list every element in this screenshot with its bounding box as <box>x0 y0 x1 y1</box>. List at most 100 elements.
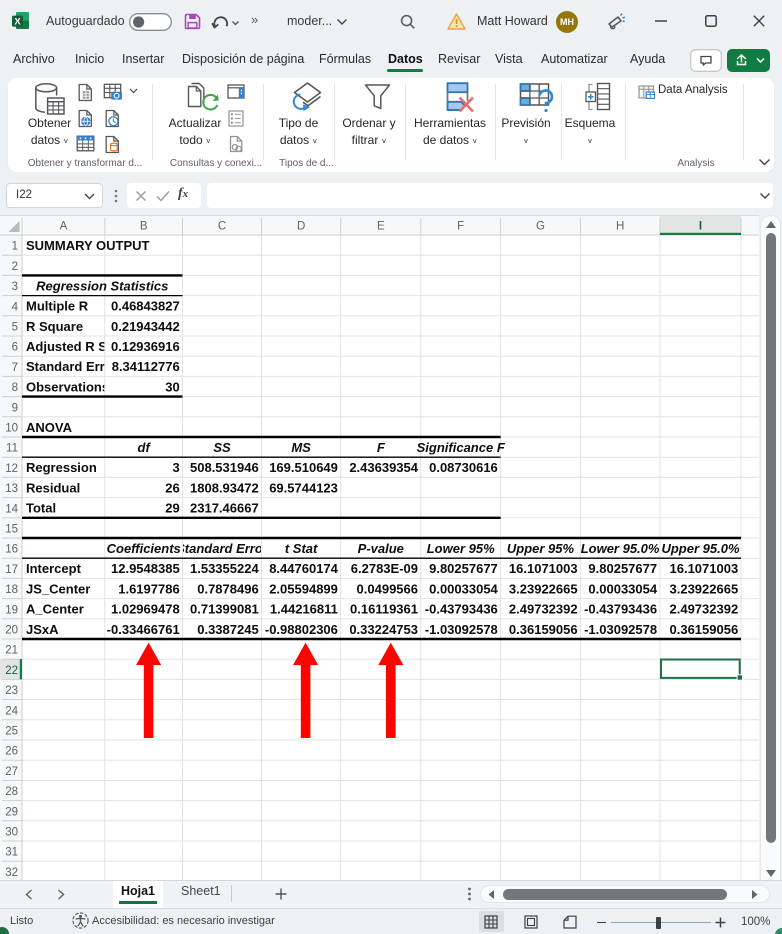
svg-text:0.08730616: 0.08730616 <box>429 460 498 475</box>
svg-text:1.44216811: 1.44216811 <box>270 602 338 617</box>
svg-text:A_Center: A_Center <box>26 602 84 617</box>
svg-text:Upper 95.0%: Upper 95.0% <box>661 541 739 556</box>
svg-text:0.3387245: 0.3387245 <box>197 622 258 637</box>
svg-text:22: 22 <box>5 665 18 677</box>
svg-text:10: 10 <box>5 423 18 435</box>
svg-text:14: 14 <box>5 503 18 515</box>
svg-text:9.80257677: 9.80257677 <box>429 561 498 576</box>
svg-text:-1.03092578: -1.03092578 <box>584 622 657 637</box>
svg-text:0.0499566: 0.0499566 <box>357 581 418 596</box>
svg-text:20: 20 <box>5 625 18 637</box>
svg-text:JS_Center: JS_Center <box>26 581 90 596</box>
svg-text:Coefficients: Coefficients <box>107 541 181 556</box>
svg-text:26: 26 <box>165 480 179 495</box>
svg-text:6.2783E-09: 6.2783E-09 <box>351 561 418 576</box>
svg-text:2.43639354: 2.43639354 <box>349 460 418 475</box>
svg-text:Lower 95.0%: Lower 95.0% <box>581 541 660 556</box>
svg-text:F: F <box>377 440 386 455</box>
svg-text:26: 26 <box>5 746 18 758</box>
svg-text:R Square: R Square <box>26 319 83 334</box>
svg-text:2.49732392: 2.49732392 <box>670 602 739 617</box>
svg-text:0.00033054: 0.00033054 <box>588 581 657 596</box>
svg-text:MS: MS <box>291 440 311 455</box>
svg-text:0.33224753: 0.33224753 <box>349 622 418 637</box>
svg-text:23: 23 <box>5 685 18 697</box>
svg-text:8: 8 <box>12 382 18 394</box>
svg-text:0.00033054: 0.00033054 <box>429 581 498 596</box>
svg-text:0.36159056: 0.36159056 <box>670 622 739 637</box>
svg-text:JSxA: JSxA <box>26 622 59 637</box>
svg-text:Lower 95%: Lower 95% <box>427 541 495 556</box>
svg-text:1.6197786: 1.6197786 <box>118 581 179 596</box>
svg-text:16: 16 <box>5 544 18 556</box>
svg-text:4: 4 <box>12 301 19 313</box>
svg-text:0.36159056: 0.36159056 <box>509 622 578 637</box>
svg-text:0.12936916: 0.12936916 <box>111 339 180 354</box>
svg-text:16.1071003: 16.1071003 <box>670 561 739 576</box>
svg-text:1: 1 <box>12 241 18 253</box>
svg-text:9.80257677: 9.80257677 <box>588 561 657 576</box>
svg-text:0.7878496: 0.7878496 <box>197 581 258 596</box>
svg-text:2.49732392: 2.49732392 <box>509 602 578 617</box>
svg-text:3: 3 <box>12 281 18 293</box>
svg-text:3.23922665: 3.23922665 <box>670 581 739 596</box>
svg-text:I: I <box>699 221 702 233</box>
svg-text:7: 7 <box>12 362 18 374</box>
svg-text:30: 30 <box>5 827 18 839</box>
svg-text:25: 25 <box>5 726 18 738</box>
svg-text:D: D <box>297 221 305 233</box>
svg-text:2317.46667: 2317.46667 <box>190 501 259 516</box>
svg-text:Standard Error: Standard Error <box>176 541 269 556</box>
svg-text:B: B <box>140 221 148 233</box>
svg-text:E: E <box>377 221 385 233</box>
svg-text:8.44760174: 8.44760174 <box>269 561 338 576</box>
svg-text:24: 24 <box>5 705 18 717</box>
svg-text:28: 28 <box>5 786 18 798</box>
svg-text:6: 6 <box>12 342 18 354</box>
svg-text:11: 11 <box>6 443 18 455</box>
svg-text:27: 27 <box>5 766 18 778</box>
svg-text:SUMMARY OUTPUT: SUMMARY OUTPUT <box>26 238 150 253</box>
svg-text:1808.93472: 1808.93472 <box>190 480 259 495</box>
svg-text:ANOVA: ANOVA <box>26 420 73 435</box>
svg-text:29: 29 <box>165 501 179 516</box>
svg-text:1.02969478: 1.02969478 <box>111 602 180 617</box>
svg-text:F: F <box>457 221 464 233</box>
svg-text:16.1071003: 16.1071003 <box>509 561 578 576</box>
svg-text:29: 29 <box>5 806 18 818</box>
svg-text:Residual: Residual <box>26 480 80 495</box>
svg-text:0.16119361: 0.16119361 <box>350 602 418 617</box>
svg-text:1.53355224: 1.53355224 <box>190 561 259 576</box>
svg-text:5: 5 <box>12 322 18 334</box>
svg-text:t Stat: t Stat <box>285 541 318 556</box>
svg-text:Multiple R: Multiple R <box>26 299 89 314</box>
svg-text:13: 13 <box>5 483 18 495</box>
svg-text:3.23922665: 3.23922665 <box>509 581 578 596</box>
svg-text:12.9548385: 12.9548385 <box>111 561 180 576</box>
svg-text:Total: Total <box>26 501 56 516</box>
svg-text:df: df <box>138 440 152 455</box>
svg-text:Regression: Regression <box>26 460 97 475</box>
svg-text:19: 19 <box>5 604 18 616</box>
svg-text:32: 32 <box>5 867 18 879</box>
svg-text:17: 17 <box>5 564 18 576</box>
svg-text:-0.43793436: -0.43793436 <box>584 602 657 617</box>
svg-text:H: H <box>616 221 624 233</box>
svg-text:C: C <box>218 221 226 233</box>
svg-text:21: 21 <box>5 645 18 657</box>
svg-text:-0.33466761: -0.33466761 <box>107 622 180 637</box>
svg-text:-1.03092578: -1.03092578 <box>425 622 498 637</box>
svg-text:2.05594899: 2.05594899 <box>269 581 338 596</box>
svg-text:8.34112776: 8.34112776 <box>112 359 180 374</box>
svg-text:Standard Error: Standard Error <box>26 359 118 374</box>
svg-text:A: A <box>60 221 68 233</box>
svg-text:69.5744123: 69.5744123 <box>269 480 338 495</box>
svg-text:-0.98802306: -0.98802306 <box>265 622 338 637</box>
svg-text:0.21943442: 0.21943442 <box>111 319 180 334</box>
svg-text:0.71399081: 0.71399081 <box>190 602 259 617</box>
svg-text:Regression Statistics: Regression Statistics <box>36 278 168 293</box>
svg-text:Observations: Observations <box>26 379 109 394</box>
svg-text:-0.43793436: -0.43793436 <box>425 602 498 617</box>
svg-text:15: 15 <box>5 524 18 536</box>
svg-text:12: 12 <box>5 463 18 475</box>
